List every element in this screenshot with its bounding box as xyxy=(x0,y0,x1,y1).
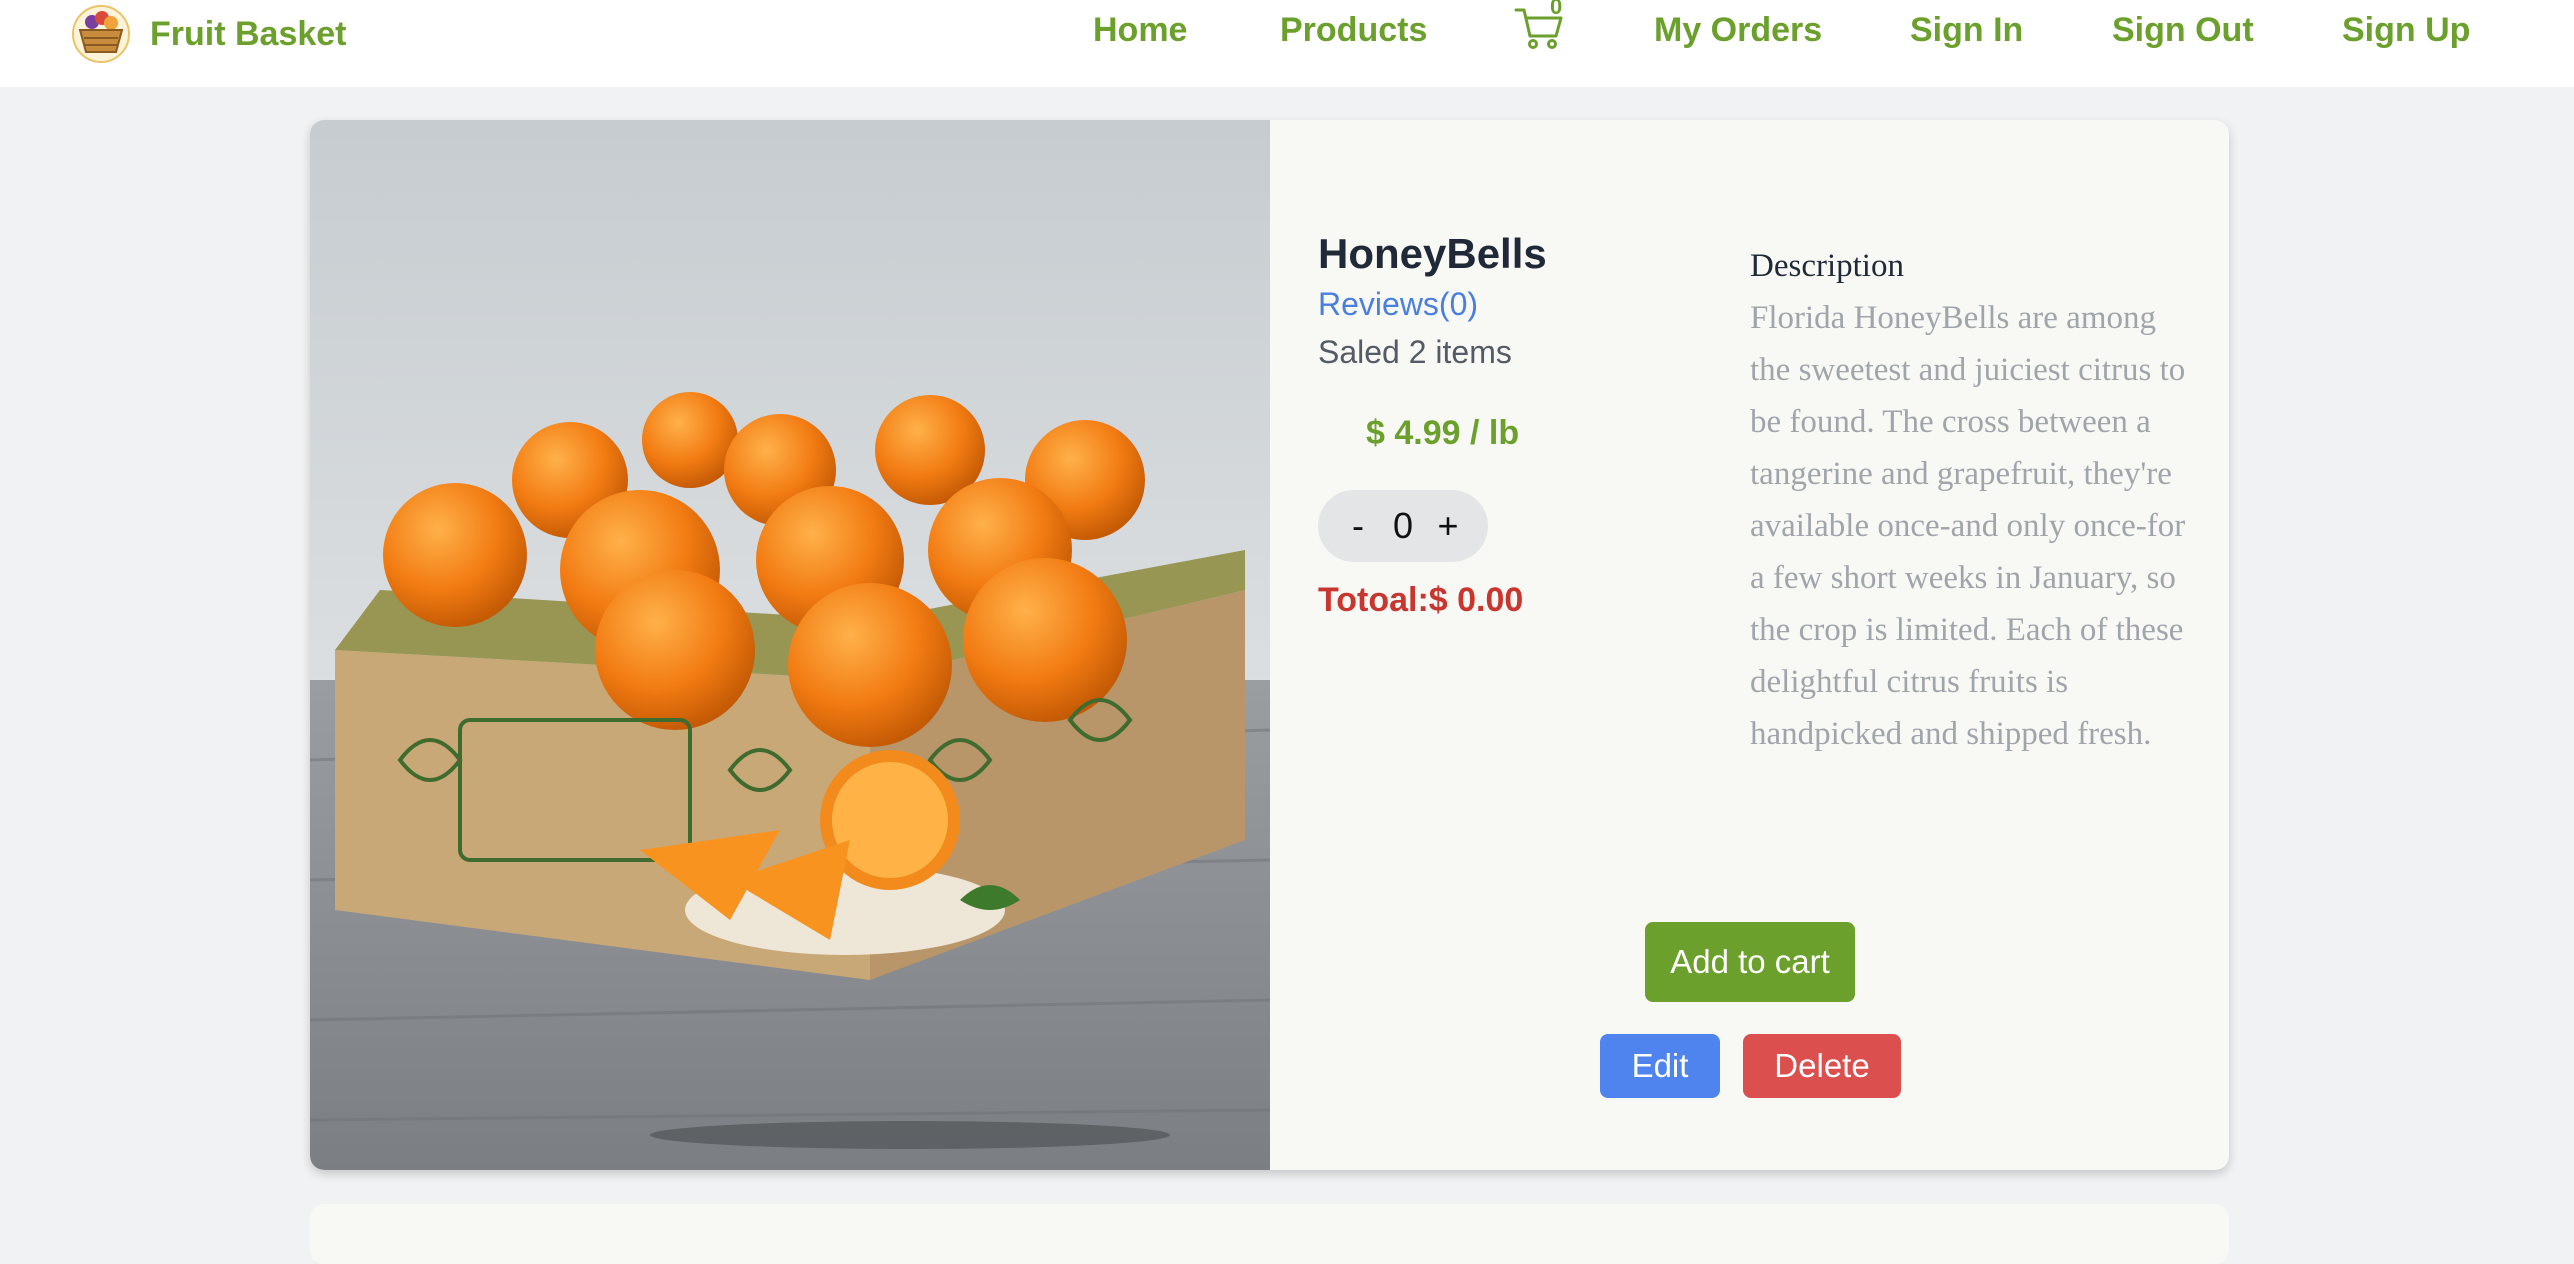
next-card-edge xyxy=(310,1204,2229,1264)
description-text: Florida HoneyBells are among the sweetes… xyxy=(1750,300,2186,752)
product-image xyxy=(310,120,1270,1170)
reviews-link[interactable]: Reviews(0) xyxy=(1318,286,1478,323)
nav-sign-up-link[interactable]: Sign Up xyxy=(2342,10,2470,50)
nav-my-orders-link[interactable]: My Orders xyxy=(1654,10,1822,50)
add-to-cart-button[interactable]: Add to cart xyxy=(1645,922,1855,1002)
product-detail-card: HoneyBells Reviews(0) Saled 2 items $ 4.… xyxy=(310,120,2229,1170)
increment-button[interactable]: + xyxy=(1431,505,1465,547)
description-heading: Description xyxy=(1750,248,1904,284)
delete-button[interactable]: Delete xyxy=(1743,1034,1901,1098)
product-photo-illustration xyxy=(310,120,1270,1170)
total-price: Totoal:$ 0.00 xyxy=(1318,581,1524,619)
quantity-stepper: - 0 + xyxy=(1318,490,1488,562)
cart-count-badge: 0 xyxy=(1550,0,1563,19)
product-name: HoneyBells xyxy=(1318,230,1547,277)
nav-products-link[interactable]: Products xyxy=(1280,10,1427,50)
edit-button[interactable]: Edit xyxy=(1600,1034,1720,1098)
nav-home-link[interactable]: Home xyxy=(1093,10,1187,50)
product-price: $ 4.99 / lb xyxy=(1366,414,1520,452)
nav-sign-out-link[interactable]: Sign Out xyxy=(2112,10,2254,50)
top-navbar: Fruit Basket Home Products 0 My Orders S… xyxy=(0,0,2574,87)
brand-name: Fruit Basket xyxy=(150,14,347,53)
quantity-value: 0 xyxy=(1392,505,1413,546)
nav-sign-in-link[interactable]: Sign In xyxy=(1910,10,2023,50)
brand[interactable]: Fruit Basket xyxy=(68,4,347,64)
saled-count: Saled 2 items xyxy=(1318,334,1512,370)
fruit-basket-logo-icon xyxy=(72,5,130,63)
decrement-button[interactable]: - xyxy=(1341,505,1375,547)
